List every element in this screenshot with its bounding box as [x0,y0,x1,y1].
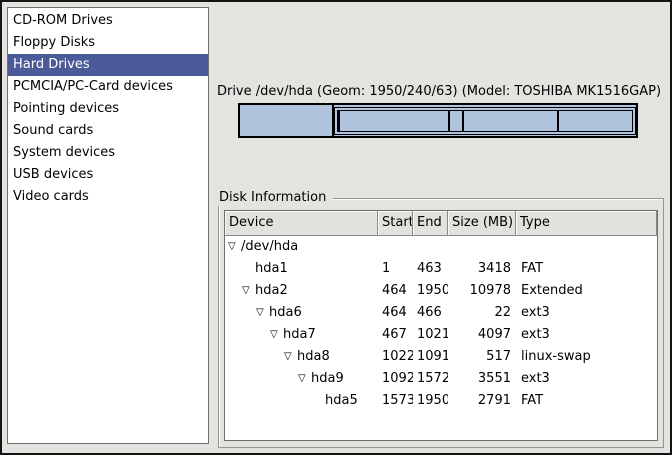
device-cell: ▽hda6 [225,302,378,324]
end-cell: 1091 [413,346,448,368]
table-row-hda7[interactable]: ▽hda7 467 1021 4097 ext3 [225,324,657,346]
column-header-end[interactable]: End [413,211,448,236]
partition-bar [238,103,638,138]
device-name: hda8 [297,349,330,364]
expander-open-icon[interactable]: ▽ [256,302,269,324]
device-category-list: CD-ROM Drives Floppy Disks Hard Drives P… [7,7,209,444]
end-cell: 1950 [413,390,448,412]
device-name: hda7 [283,327,316,342]
start-cell: 1 [378,258,413,280]
size-cell: 517 [448,346,516,368]
start-cell: 464 [378,302,413,324]
sidebar-item-hard-drives[interactable]: Hard Drives [8,54,208,76]
sidebar-item-pcmcia-devices[interactable]: PCMCIA/PC-Card devices [8,76,208,98]
end-cell: 466 [413,302,448,324]
type-cell: ext3 [516,368,657,390]
column-header-type[interactable]: Type [516,211,657,236]
sidebar-item-usb-devices[interactable]: USB devices [8,164,208,186]
end-cell: 1950 [413,280,448,302]
device-cell: hda1 [225,258,378,280]
sidebar-item-video-cards[interactable]: Video cards [8,186,208,208]
start-cell: 464 [378,280,413,302]
device-name: hda6 [269,305,302,320]
device-name: hda9 [311,371,344,386]
type-cell: ext3 [516,324,657,346]
start-cell: 467 [378,324,413,346]
hardware-browser-window: CD-ROM Drives Floppy Disks Hard Drives P… [0,0,672,455]
device-name: hda1 [255,261,288,276]
type-cell: ext3 [516,302,657,324]
end-cell: 1572 [413,368,448,390]
type-cell: FAT [516,258,657,280]
table-row-hda9[interactable]: ▽hda9 1092 1572 3551 ext3 [225,368,657,390]
sidebar-item-system-devices[interactable]: System devices [8,142,208,164]
device-cell: ▽hda7 [225,324,378,346]
drive-geometry-label: Drive /dev/hda (Geom: 1950/240/63) (Mode… [213,84,665,99]
device-cell: ▽hda9 [225,368,378,390]
start-cell: 1022 [378,346,413,368]
sidebar-item-cdrom-drives[interactable]: CD-ROM Drives [8,10,208,32]
size-cell: 3418 [448,258,516,280]
size-cell: 22 [448,302,516,324]
partition-segment-hda7 [339,110,449,132]
device-name: hda5 [325,393,358,408]
partition-segment-hda1 [240,105,334,136]
partition-segment-hda8 [449,110,463,132]
type-cell: linux-swap [516,346,657,368]
device-cell: ▽hda8 [225,346,378,368]
expander-open-icon[interactable]: ▽ [270,324,283,346]
expander-open-icon[interactable]: ▽ [298,368,311,390]
disk-information-groupbox: Disk Information Device Start End Size (… [218,198,664,448]
table-row-dev-hda[interactable]: ▽/dev/hda [225,236,657,258]
type-cell [516,236,657,258]
disk-information-title: Disk Information [218,190,333,206]
start-cell: 1573 [378,390,413,412]
device-name: hda2 [255,283,288,298]
table-row-hda8[interactable]: ▽hda8 1022 1091 517 linux-swap [225,346,657,368]
expander-open-icon[interactable]: ▽ [228,236,241,258]
end-cell: 463 [413,258,448,280]
size-cell [448,236,516,258]
table-row-hda2[interactable]: ▽hda2 464 1950 10978 Extended [225,280,657,302]
sidebar-item-floppy-disks[interactable]: Floppy Disks [8,32,208,54]
expander-open-icon[interactable]: ▽ [284,346,297,368]
column-header-start[interactable]: Start [378,211,413,236]
start-cell: 1092 [378,368,413,390]
device-cell: ▽/dev/hda [225,236,378,258]
column-header-device[interactable]: Device [225,211,378,236]
device-cell: hda5 [225,390,378,412]
partition-segment-hda5 [558,110,633,132]
device-name: /dev/hda [241,239,298,254]
partition-segment-hda9 [463,110,559,132]
column-header-size[interactable]: Size (MB) [448,211,516,236]
table-row-hda1[interactable]: hda1 1 463 3418 FAT [225,258,657,280]
size-cell: 2791 [448,390,516,412]
type-cell: Extended [516,280,657,302]
partition-segment-hda2-extended [334,107,636,135]
start-cell [378,236,413,258]
end-cell: 1021 [413,324,448,346]
sidebar-item-sound-cards[interactable]: Sound cards [8,120,208,142]
size-cell: 10978 [448,280,516,302]
expander-open-icon[interactable]: ▽ [242,280,255,302]
table-row-hda5[interactable]: hda5 1573 1950 2791 FAT [225,390,657,412]
sidebar-item-pointing-devices[interactable]: Pointing devices [8,98,208,120]
type-cell: FAT [516,390,657,412]
device-cell: ▽hda2 [225,280,378,302]
disk-information-table: Device Start End Size (MB) Type ▽/dev/hd… [224,210,658,441]
size-cell: 3551 [448,368,516,390]
table-header-row: Device Start End Size (MB) Type [225,211,657,236]
table-row-hda6[interactable]: ▽hda6 464 466 22 ext3 [225,302,657,324]
end-cell [413,236,448,258]
size-cell: 4097 [448,324,516,346]
